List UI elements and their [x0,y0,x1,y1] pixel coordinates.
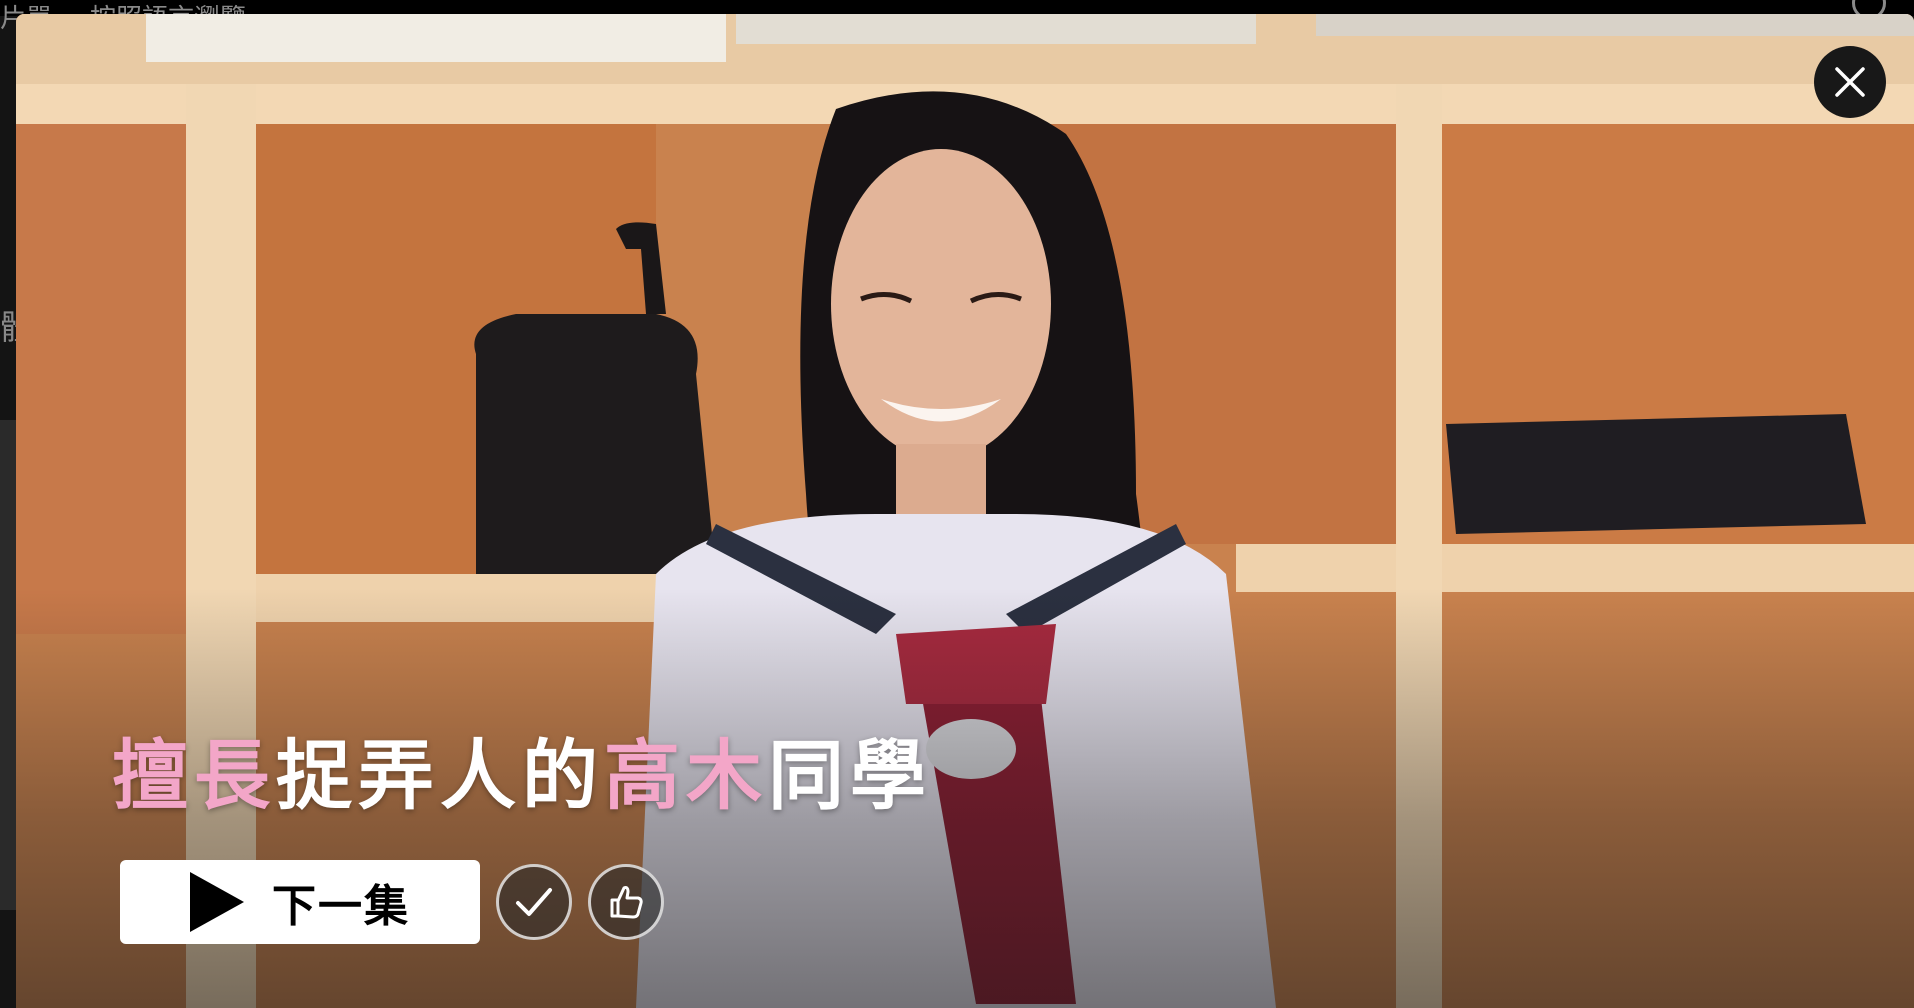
play-icon [190,872,244,932]
title-preview-modal: 擅長捉弄人的高木同學 下一集 [16,14,1914,1008]
title-segment: 擅長 [112,731,276,820]
show-title-logo: 擅長捉弄人的高木同學 [112,714,932,824]
title-segment: 捉弄人的 [276,731,604,820]
hero-image [16,14,1914,1008]
close-icon [1835,67,1865,97]
title-segment: 同學 [768,731,932,820]
play-button-label: 下一集 [272,881,410,932]
thumbs-up-icon [610,886,643,919]
close-button[interactable] [1814,46,1886,118]
background-row-edge [0,420,16,910]
play-next-episode-button[interactable]: 下一集 [120,860,480,944]
action-bar: 下一集 [120,860,664,944]
rate-thumbs-up-button[interactable] [588,864,664,940]
add-to-my-list-button[interactable] [496,864,572,940]
title-segment: 高木 [604,731,768,820]
check-icon [516,888,552,916]
